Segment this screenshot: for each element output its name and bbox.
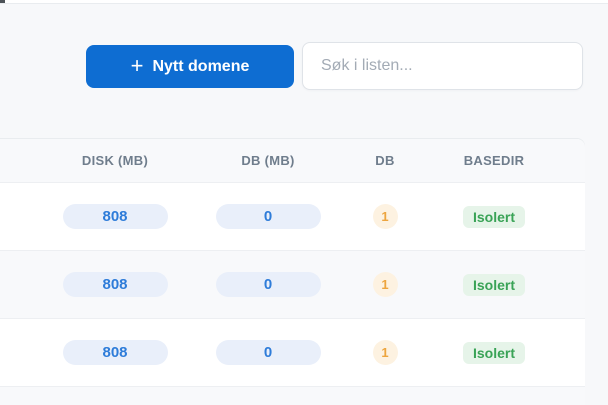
basedir-status-badge: Isolert [463, 274, 525, 296]
db-usage-badge: 0 [216, 340, 321, 365]
db-count-badge: 1 [373, 340, 398, 365]
table-row[interactable]: 808 0 1 Isolert [0, 183, 585, 251]
disk-usage-badge: 808 [63, 204, 168, 229]
basedir-status-badge: Isolert [463, 342, 525, 364]
column-header-db: DB [346, 153, 424, 168]
table-row-cut-off[interactable] [0, 387, 585, 405]
table-row[interactable]: 808 0 1 Isolert [0, 251, 585, 319]
db-count-badge: 1 [373, 272, 398, 297]
plus-icon: + [131, 55, 144, 77]
table-header-row: DISK (MB) DB (MB) DB BASEDIR [0, 139, 585, 183]
column-header-db-mb: DB (MB) [190, 153, 346, 168]
cropped-edge-artifact [0, 0, 5, 3]
db-usage-badge: 0 [216, 272, 321, 297]
db-count-badge: 1 [373, 204, 398, 229]
top-divider-strip [0, 0, 608, 4]
basedir-status-badge: Isolert [463, 206, 525, 228]
new-domain-button[interactable]: + Nytt domene [86, 45, 294, 88]
disk-usage-badge: 808 [63, 272, 168, 297]
column-header-disk-mb: DISK (MB) [40, 153, 190, 168]
column-header-basedir: BASEDIR [424, 153, 564, 168]
db-usage-badge: 0 [216, 204, 321, 229]
table-row[interactable]: 808 0 1 Isolert [0, 319, 585, 387]
search-input[interactable] [302, 42, 583, 90]
disk-usage-badge: 808 [63, 340, 168, 365]
domain-table-card: DISK (MB) DB (MB) DB BASEDIR 808 0 1 Iso… [0, 138, 585, 405]
new-domain-button-label: Nytt domene [152, 58, 249, 76]
